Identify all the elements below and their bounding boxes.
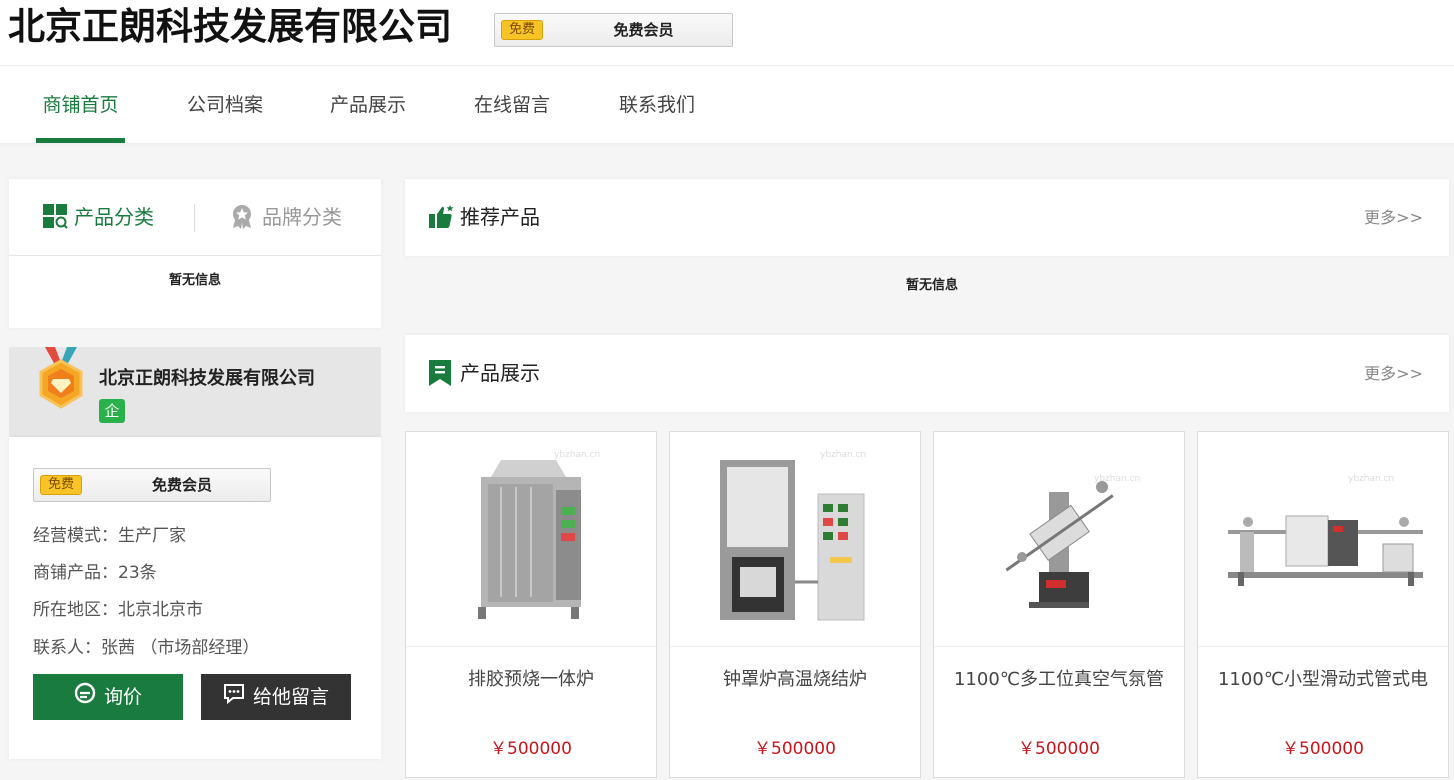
recommended-empty: 暂无信息 <box>905 278 958 293</box>
nav-item-contact[interactable]: 联系我们 <box>616 66 698 143</box>
product-name[interactable]: 1100℃小型滑动式管式电 <box>1198 665 1448 691</box>
info-value: 23条 <box>118 563 157 583</box>
product-price: ￥500000 <box>754 739 836 759</box>
watermark: ybzhan.cn <box>820 450 867 460</box>
company-title: 北京正朗科技发展有限公司 <box>8 5 452 48</box>
company-card-header: 北京正朗科技发展有限公司 企 <box>9 347 381 437</box>
recommended-more-link[interactable]: 更多>> <box>1364 179 1423 256</box>
watermark: ybzhan.cn <box>554 450 601 460</box>
bookmark-icon <box>429 360 451 386</box>
nav-item-profile[interactable]: 公司档案 <box>184 66 266 143</box>
product-image[interactable]: ybzhan.cn <box>934 432 1184 647</box>
enterprise-badge: 企 <box>99 399 125 423</box>
info-value: 生产厂家 <box>118 526 186 546</box>
company-card-body: 免费 免费会员 经营模式：生产厂家 商铺产品：23条 所在地区：北京北京市 联系… <box>9 437 381 759</box>
tab-product-label: 产品分类 <box>74 205 154 229</box>
product-price: ￥500000 <box>1018 739 1100 759</box>
grid-search-icon <box>43 204 68 229</box>
award-icon <box>233 205 251 229</box>
product-card[interactable]: ybzhan.cn 1100℃小型滑动式管式电 ￥500000 <box>1197 431 1449 778</box>
info-product-count: 商铺产品：23条 <box>33 558 157 583</box>
watermark: ybzhan.cn <box>1094 474 1141 484</box>
card-member-badge[interactable]: 免费 免费会员 <box>33 468 271 502</box>
chat-icon <box>74 675 96 721</box>
thumbs-up-icon <box>429 205 454 228</box>
product-price: ￥500000 <box>1282 739 1364 759</box>
tab-product-category[interactable]: 产品分类 <box>43 179 154 256</box>
info-value: 北京北京市 <box>118 600 203 620</box>
tab-divider <box>194 204 195 232</box>
recommended-header: 推荐产品 更多>> <box>405 179 1449 256</box>
product-image[interactable]: ybzhan.cn <box>1198 432 1448 647</box>
recommended-title: 推荐产品 <box>460 205 540 229</box>
inquiry-button[interactable]: 询价 <box>33 674 183 720</box>
info-label: 商铺产品： <box>33 563 118 583</box>
info-label: 联系人： <box>33 638 101 658</box>
info-location: 所在地区：北京北京市 <box>33 595 203 620</box>
member-label: 免费会员 <box>613 21 674 39</box>
leave-message-button[interactable]: 给他留言 <box>201 674 351 720</box>
product-price: ￥500000 <box>490 739 572 759</box>
medal-icon <box>39 347 83 409</box>
product-name[interactable]: 排胶预烧一体炉 <box>406 665 656 691</box>
info-business-mode: 经营模式：生产厂家 <box>33 521 186 546</box>
product-name[interactable]: 钟罩炉高温烧结炉 <box>670 665 920 691</box>
category-empty: 暂无信息 <box>168 273 221 288</box>
inquiry-label: 询价 <box>103 686 142 708</box>
watermark: ybzhan.cn <box>1348 474 1395 484</box>
product-card[interactable]: ybzhan.cn 钟罩炉高温烧结炉 ￥500000 <box>669 431 921 778</box>
shop-header: 北京正朗科技发展有限公司 免费 免费会员 <box>0 0 1454 66</box>
card-member-label: 免费会员 <box>151 476 212 494</box>
message-icon <box>223 675 245 721</box>
products-more-link[interactable]: 更多>> <box>1364 335 1423 412</box>
nav-item-products[interactable]: 产品展示 <box>327 66 409 143</box>
products-header: 产品展示 更多>> <box>405 335 1449 412</box>
product-card[interactable]: ybzhan.cn 排胶预烧一体炉 ￥500000 <box>405 431 657 778</box>
category-tabs: 产品分类 品牌分类 <box>9 179 381 256</box>
nav-item-home[interactable]: 商铺首页 <box>36 66 125 143</box>
product-name[interactable]: 1100℃多工位真空气氛管 <box>934 665 1184 691</box>
info-label: 所在地区： <box>33 600 118 620</box>
product-image[interactable]: ybzhan.cn <box>670 432 920 647</box>
products-title: 产品展示 <box>460 361 540 385</box>
category-panel: 产品分类 品牌分类 暂无信息 <box>9 179 381 328</box>
nav-item-message[interactable]: 在线留言 <box>471 66 553 143</box>
card-company-name: 北京正朗科技发展有限公司 <box>99 368 315 389</box>
card-member-tag: 免费 <box>40 475 82 495</box>
shop-nav: 商铺首页 公司档案 产品展示 在线留言 联系我们 <box>0 66 1454 143</box>
info-label: 经营模式： <box>33 526 118 546</box>
member-tag: 免费 <box>501 20 543 40</box>
product-image[interactable]: ybzhan.cn <box>406 432 656 647</box>
member-badge[interactable]: 免费 免费会员 <box>494 13 733 47</box>
tab-brand-category[interactable]: 品牌分类 <box>230 179 342 256</box>
leave-message-label: 给他留言 <box>252 686 329 708</box>
product-card[interactable]: ybzhan.cn 1100℃多工位真空气氛管 ￥500000 <box>933 431 1185 778</box>
info-contact: 联系人：张茜 （市场部经理） <box>33 633 259 658</box>
info-value: 张茜 （市场部经理） <box>101 638 260 658</box>
tab-brand-label: 品牌分类 <box>262 205 342 229</box>
